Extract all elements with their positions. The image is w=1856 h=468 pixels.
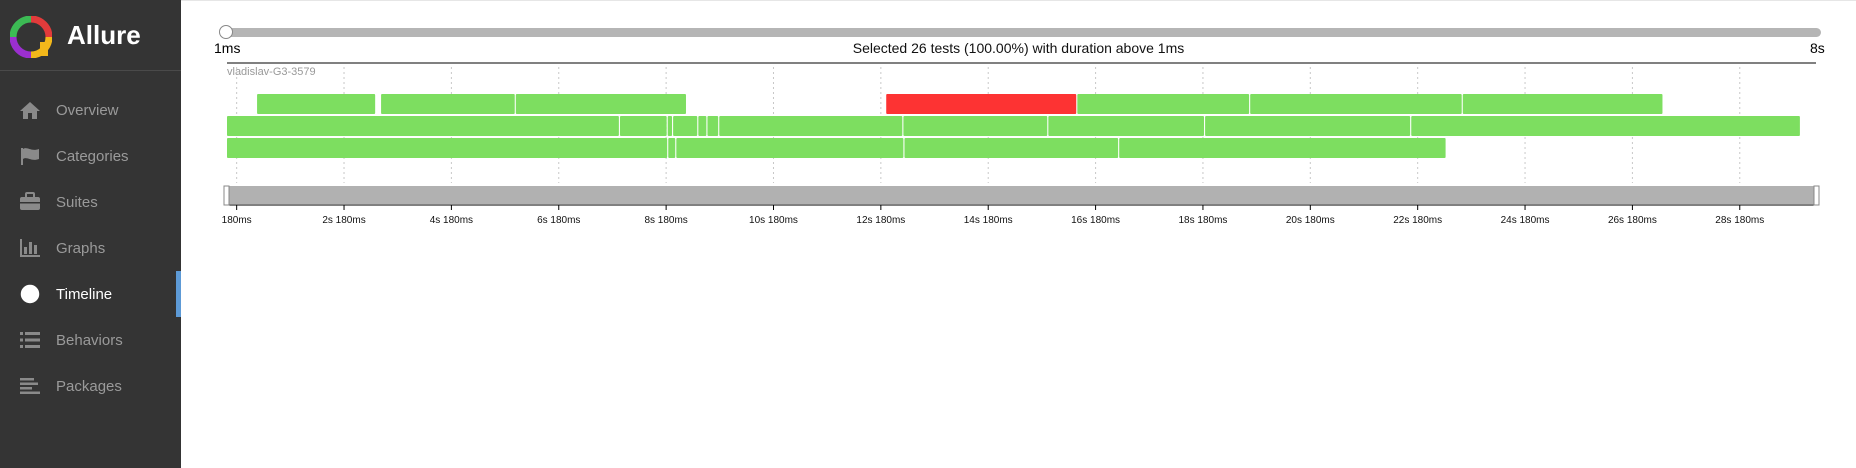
sidebar-item-label: Behaviors (56, 331, 123, 349)
brush-track[interactable] (227, 186, 1816, 204)
timeline-tick-label: 180ms (222, 215, 252, 226)
test-bar-passed[interactable] (903, 116, 1048, 136)
sidebar-item-label: Graphs (56, 239, 106, 257)
sidebar-item-behaviors[interactable]: Behaviors (0, 317, 181, 363)
test-bar-passed[interactable] (381, 94, 515, 114)
app-title: Allure (67, 20, 141, 50)
brush-handle-right[interactable] (1813, 185, 1820, 206)
timeline-tick-label: 20s 180ms (1286, 215, 1335, 226)
sidebar: Allure Overview Categories Suites Graphs (0, 0, 181, 468)
timeline-tick-label: 22s 180ms (1393, 215, 1442, 226)
test-bar-passed[interactable] (668, 138, 676, 158)
sidebar-nav: Overview Categories Suites Graphs Timeli… (0, 87, 181, 409)
timeline-tick-label: 4s 180ms (430, 215, 473, 226)
test-bar-passed[interactable] (904, 138, 1119, 158)
timeline-tick-label: 6s 180ms (537, 215, 580, 226)
test-bar-passed[interactable] (1119, 138, 1446, 158)
timeline-tick-label: 18s 180ms (1178, 215, 1227, 226)
sidebar-item-label: Categories (56, 147, 129, 165)
test-bar-passed[interactable] (676, 138, 904, 158)
test-bar-passed[interactable] (673, 116, 698, 136)
sidebar-item-label: Overview (56, 101, 119, 119)
sidebar-item-label: Suites (56, 193, 98, 211)
sidebar-item-categories[interactable]: Categories (0, 133, 181, 179)
clock-icon (18, 282, 42, 306)
test-bar-passed[interactable] (1205, 116, 1411, 136)
brand-header[interactable]: Allure (0, 0, 181, 71)
allure-logo-icon (10, 16, 52, 58)
sidebar-item-graphs[interactable]: Graphs (0, 225, 181, 271)
test-bar-passed[interactable] (698, 116, 707, 136)
timeline-chart: 180ms 2s 180ms 4s 180ms 6s 180ms 8s 180ms 10s… (222, 62, 1820, 226)
sidebar-item-timeline[interactable]: Timeline (0, 271, 181, 317)
timeline-tick-label: 2s 180ms (322, 215, 365, 226)
bar-chart-icon (18, 236, 42, 260)
align-left-icon (18, 374, 42, 398)
timeline-tick-label: 24s 180ms (1501, 215, 1550, 226)
test-bar-passed[interactable] (1462, 94, 1663, 114)
timeline-tick-label: 14s 180ms (964, 215, 1013, 226)
test-bar-passed[interactable] (667, 116, 673, 136)
timeline-tick-label: 16s 180ms (1071, 215, 1120, 226)
home-icon (18, 98, 42, 122)
sidebar-item-suites[interactable]: Suites (0, 179, 181, 225)
sidebar-item-label: Packages (56, 377, 122, 395)
test-bar-passed[interactable] (257, 94, 376, 114)
test-bar-passed[interactable] (227, 138, 668, 158)
timeline-tick-label: 26s 180ms (1608, 215, 1657, 226)
test-bar-passed[interactable] (227, 116, 619, 136)
flag-icon (18, 144, 42, 168)
test-bar-passed[interactable] (1411, 116, 1800, 136)
test-bar-failed[interactable] (886, 94, 1077, 114)
test-bar-passed[interactable] (515, 94, 686, 114)
test-bar-passed[interactable] (1250, 94, 1462, 114)
timeline-tick-label: 12s 180ms (856, 215, 905, 226)
test-bar-passed[interactable] (619, 116, 667, 136)
sidebar-item-overview[interactable]: Overview (0, 87, 181, 133)
list-icon (18, 328, 42, 352)
timeline-tick-label: 8s 180ms (644, 215, 687, 226)
timeline-panel: 1ms Selected 26 tests (100.00%) with dur… (181, 0, 1856, 468)
briefcase-icon (18, 190, 42, 214)
brush-handle-left[interactable] (223, 185, 230, 206)
test-bar-passed[interactable] (719, 116, 903, 136)
test-bar-passed[interactable] (1077, 94, 1250, 114)
test-bar-passed[interactable] (707, 116, 719, 136)
test-bar-passed[interactable] (1048, 116, 1205, 136)
sidebar-item-packages[interactable]: Packages (0, 363, 181, 409)
sidebar-item-label: Timeline (56, 285, 113, 303)
timeline-tick-label: 10s 180ms (749, 215, 798, 226)
timeline-tick-label: 28s 180ms (1715, 215, 1764, 226)
